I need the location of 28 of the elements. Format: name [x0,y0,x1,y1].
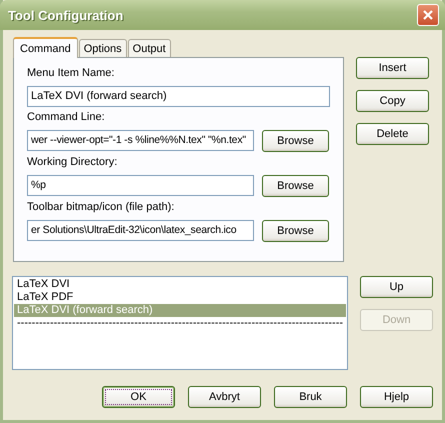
browse-button[interactable]: Browse [262,130,329,152]
field-label: Toolbar bitmap/icon (file path): [27,200,176,215]
action-button[interactable]: Delete [356,123,429,145]
close-button[interactable] [417,4,439,26]
browse-button[interactable]: Browse [262,175,329,197]
close-icon [422,9,434,21]
list-item[interactable]: LaTeX PDF [14,291,346,304]
input-field[interactable]: wer --viewer-opt="-1 -s %line%%N.tex" "%n.tex" [27,130,254,151]
dialog-button[interactable]: Hjelp [360,386,433,408]
tab[interactable]: Options [78,39,127,57]
browse-button[interactable]: Browse [262,220,329,242]
input-field[interactable]: %p [27,175,254,196]
dialog-button[interactable]: OK [102,386,175,408]
list-item[interactable]: ----------------------------------------------------------------------------------------- [14,317,346,330]
field-label: Command Line: [27,110,106,125]
field-label: Working Directory: [27,155,118,170]
dialog-button[interactable]: Avbryt [188,386,261,408]
action-button[interactable]: Copy [356,90,429,112]
window-title: Tool Configuration [8,8,124,22]
order-button[interactable]: Up [360,276,433,298]
action-button[interactable]: Insert [356,57,429,79]
field-label: Menu Item Name: [27,66,116,81]
dialog-button[interactable]: Bruk [274,386,347,408]
tab[interactable]: Command [13,37,78,58]
input-field[interactable]: er Solutions\UltraEdit-32\icon\latex_search.ico [27,220,254,241]
input-field[interactable]: LaTeX DVI (forward search) [27,86,330,107]
list-item[interactable]: LaTeX DVI [14,278,346,291]
tab[interactable]: Output [128,39,171,57]
